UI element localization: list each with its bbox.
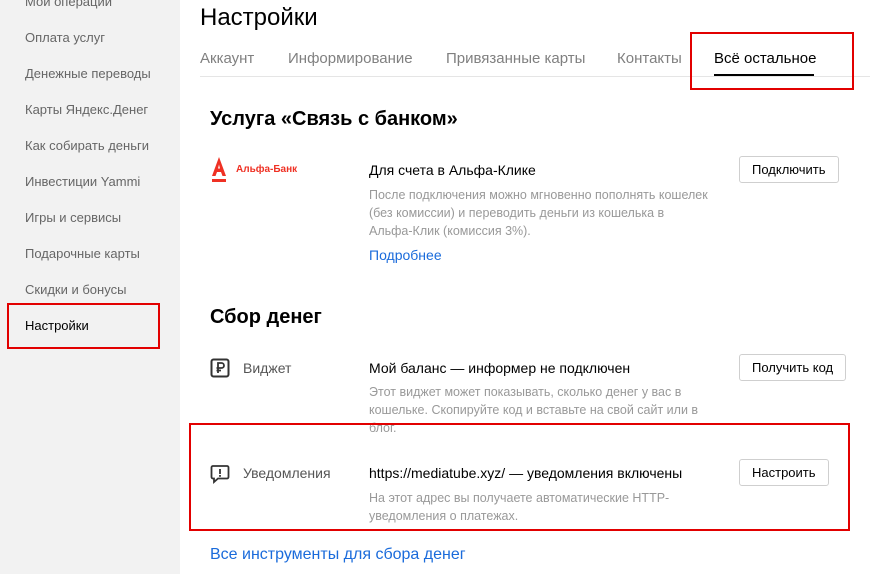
notifications-title: https://mediatube.xyz/ — уведомления вкл… — [369, 465, 683, 481]
sidebar-item-collect-money[interactable]: Как собирать деньги — [25, 138, 149, 153]
sidebar-item-discounts[interactable]: Скидки и бонусы — [25, 282, 126, 297]
sidebar-item-operations[interactable]: Мои операции — [25, 0, 112, 9]
alfa-click-title: Для счета в Альфа-Клике — [369, 162, 536, 178]
sidebar-item-gift-cards[interactable]: Подарочные карты — [25, 246, 140, 261]
alfa-bank-a-icon — [212, 157, 226, 182]
sidebar-item-transfers[interactable]: Денежные переводы — [25, 66, 151, 81]
configure-button[interactable]: Настроить — [739, 459, 829, 486]
active-tab-indicator — [714, 74, 814, 76]
alfa-click-description: После подключения можно мгновенно пополн… — [369, 188, 708, 238]
widget-description: Этот виджет может показывать, сколько де… — [369, 385, 699, 435]
widget-title: Мой баланс — информер не подключен — [369, 360, 631, 376]
speech-bubble-icon — [210, 465, 230, 484]
tab-everything-else[interactable]: Всё остальное — [714, 50, 816, 67]
sidebar-item-investments[interactable]: Инвестиции Yammi — [25, 174, 140, 189]
sidebar: Мои операции Оплата услуг Денежные перев… — [0, 0, 180, 574]
all-tools-link[interactable]: Все инструменты для сбора денег — [210, 546, 466, 564]
bank-section-title: Услуга «Связь с банком» — [210, 108, 458, 130]
widget-label: Виджет — [243, 360, 292, 376]
alfa-bank-logo-text: Альфа-Банк — [236, 164, 298, 175]
sidebar-item-cards[interactable]: Карты Яндекс.Денег — [25, 102, 148, 117]
get-code-button[interactable]: Получить код — [739, 354, 847, 381]
sidebar-item-settings[interactable]: Настройки — [25, 318, 89, 333]
tabs-divider — [200, 76, 870, 77]
sidebar-item-payments[interactable]: Оплата услуг — [25, 30, 105, 45]
notifications-description: На этот адрес вы получаете автоматически… — [369, 491, 670, 523]
alfa-bank-logo: Альфа-Банк — [210, 156, 310, 184]
collect-section-title: Сбор денег — [210, 306, 322, 328]
notifications-label: Уведомления — [243, 465, 331, 481]
tab-account[interactable]: Аккаунт — [200, 50, 254, 67]
tab-notifications[interactable]: Информирование — [288, 50, 413, 67]
ruble-icon — [210, 358, 230, 378]
more-info-link[interactable]: Подробнее — [369, 247, 442, 263]
sidebar-item-games[interactable]: Игры и сервисы — [25, 210, 121, 225]
tab-contacts[interactable]: Контакты — [617, 50, 682, 67]
connect-button[interactable]: Подключить — [739, 156, 839, 183]
tab-linked-cards[interactable]: Привязанные карты — [446, 50, 585, 67]
page-title: Настройки — [200, 4, 318, 31]
